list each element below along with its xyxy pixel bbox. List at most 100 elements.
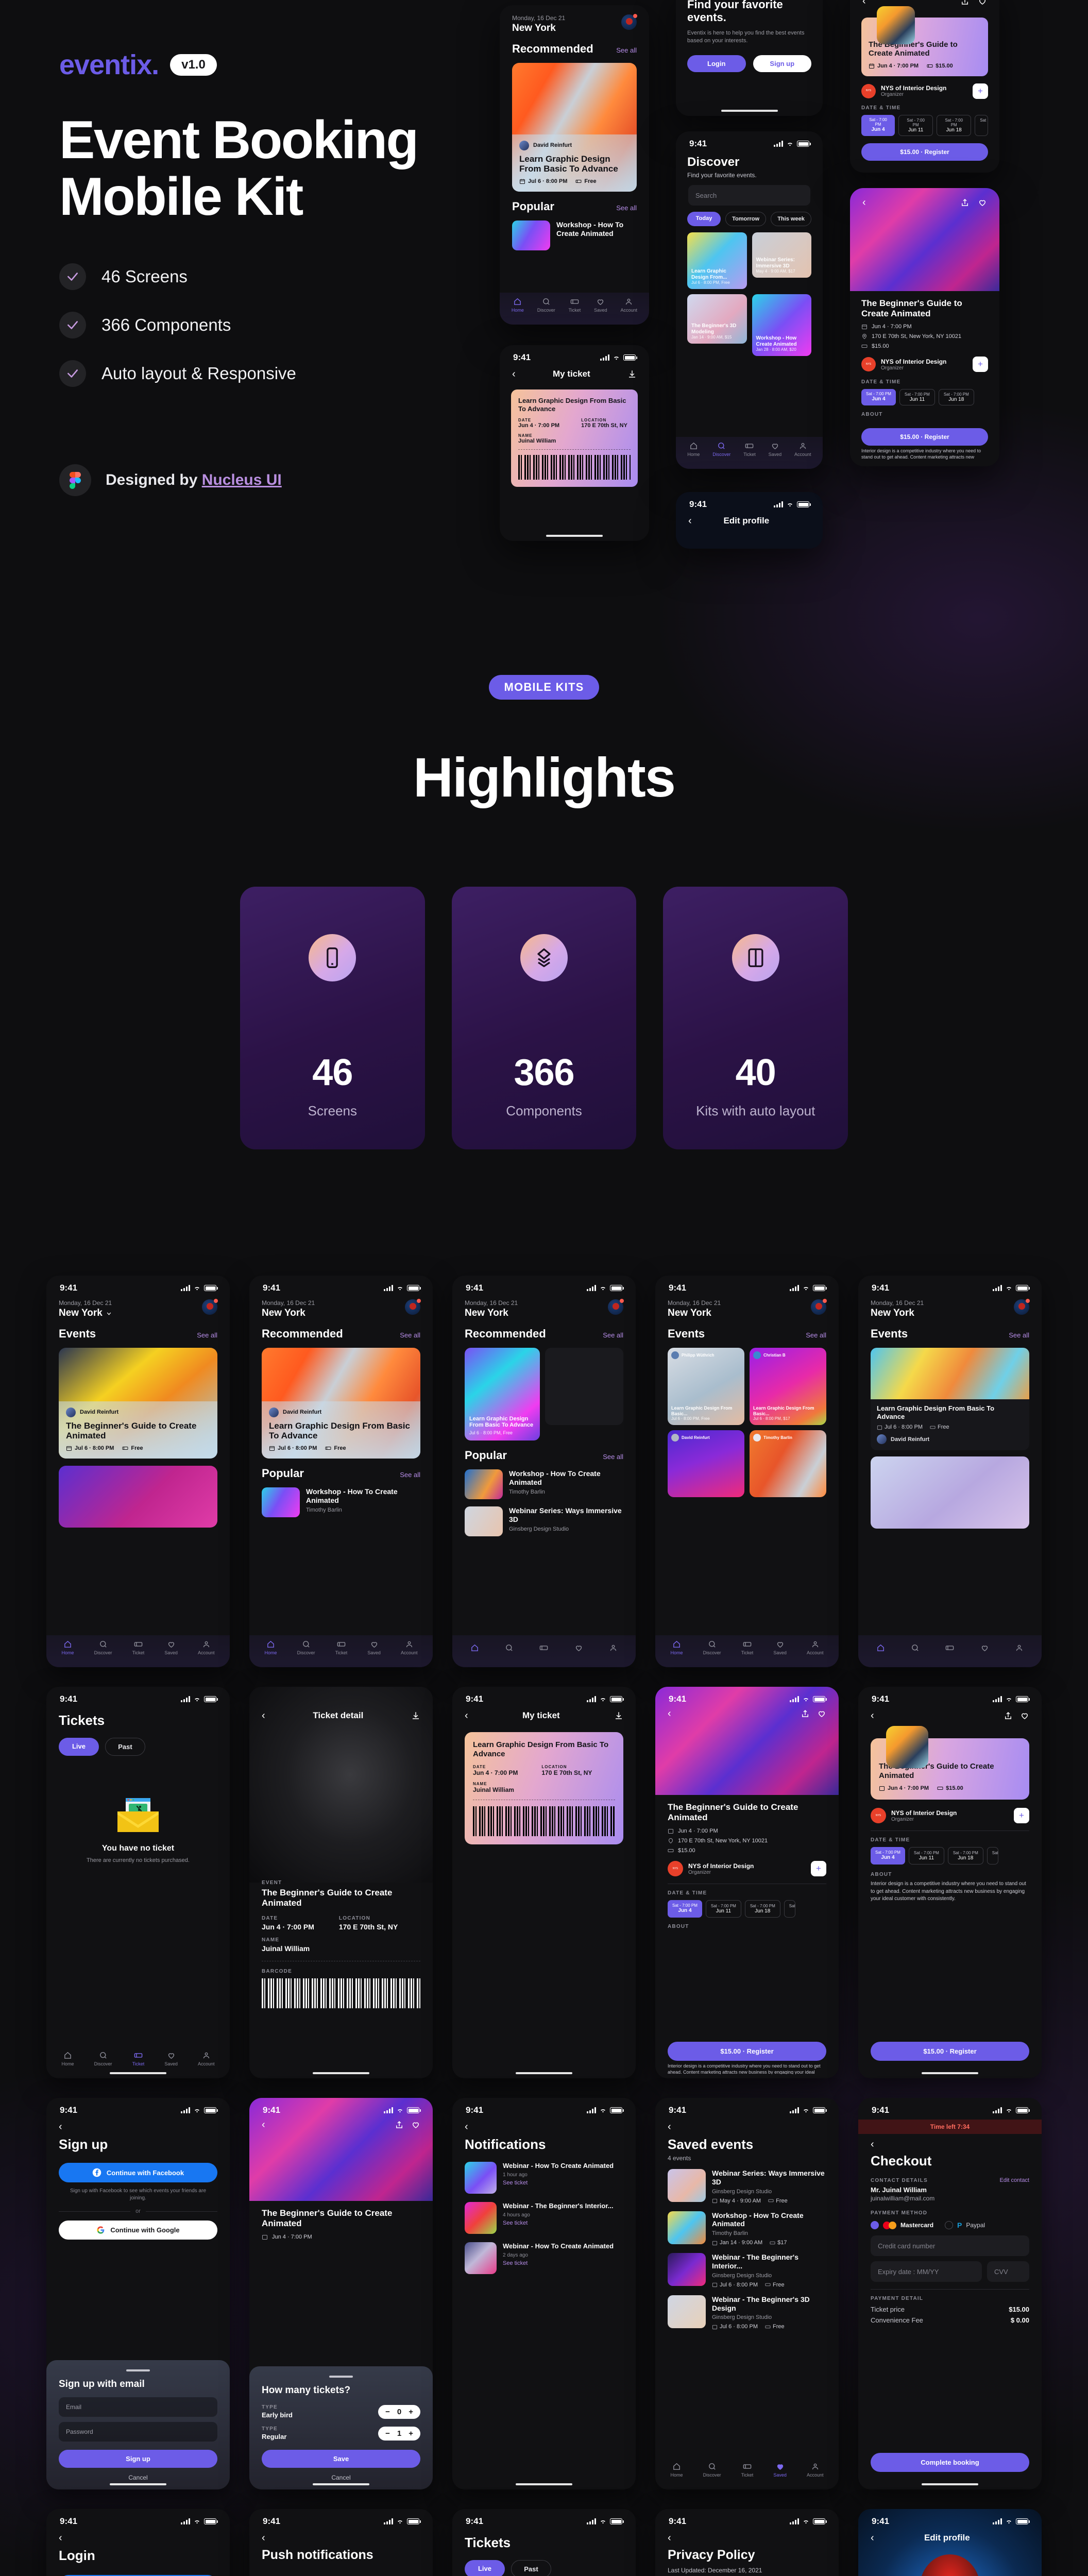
- bottom-tab-bar[interactable]: [858, 1635, 1042, 1667]
- screen-privacy-policy[interactable]: 9:41 ‹ Privacy Policy Last Updated: Dece…: [655, 2509, 839, 2576]
- filter-tomorrow[interactable]: Tomorrow: [725, 212, 767, 226]
- back-icon[interactable]: ‹: [262, 1710, 265, 1721]
- event-card-grid[interactable]: Timothy Barlin: [750, 1430, 826, 1497]
- list-item[interactable]: Webinar - The Beginner's Interior... 4 h…: [452, 2194, 636, 2234]
- list-item[interactable]: Webinar Series: Ways Immersive 3D Ginsber…: [452, 1499, 636, 1536]
- back-icon[interactable]: ‹: [262, 2532, 265, 2544]
- list-item[interactable]: Workshop - How To Create Animated: [500, 213, 649, 250]
- google-button[interactable]: Continue with Google: [59, 2221, 217, 2240]
- tab-discover[interactable]: Discover: [703, 1640, 721, 1655]
- register-button[interactable]: $15.00 · Register: [861, 143, 988, 161]
- avatar[interactable]: [608, 1299, 624, 1315]
- discover-card[interactable]: Webinar Series: Immersive 3D May 4 · 9:00…: [752, 232, 811, 278]
- back-icon[interactable]: ‹: [512, 369, 516, 379]
- see-ticket-link[interactable]: See ticket: [503, 2180, 623, 2186]
- search-input[interactable]: Search: [688, 185, 810, 206]
- avatar[interactable]: [621, 14, 637, 30]
- tab-home[interactable]: Home: [512, 297, 524, 313]
- avatar[interactable]: [405, 1299, 421, 1315]
- decrement-icon[interactable]: −: [385, 2408, 390, 2416]
- see-ticket-link[interactable]: See ticket: [503, 2220, 623, 2226]
- card-number-field[interactable]: Credit card number: [871, 2235, 1029, 2256]
- tab-saved[interactable]: [980, 1643, 989, 1652]
- tab-account[interactable]: Account: [198, 2051, 214, 2066]
- bottom-tab-bar[interactable]: [452, 1635, 636, 1667]
- tab-ticket[interactable]: Ticket: [132, 2051, 144, 2066]
- discover-card[interactable]: The Beginner's 3D Modeling Jan 14 · 9:00 …: [687, 294, 747, 344]
- screen-saved-events[interactable]: 9:41 ‹ Saved events 4 events Webinar Ser…: [655, 2098, 839, 2489]
- screen-home-events[interactable]: 9:41 Monday, 16 Dec 21 New York Events Se…: [46, 1276, 230, 1667]
- increment-icon[interactable]: +: [409, 2429, 413, 2438]
- tab-discover[interactable]: Discover: [94, 1640, 112, 1655]
- list-item[interactable]: Webinar - The Beginner's 3D Design Ginsbe…: [655, 2288, 839, 2330]
- screen-ticket-detail[interactable]: 9:41 ‹Ticket detail EVENT The Beginner's…: [249, 1687, 433, 2078]
- see-all-link[interactable]: See all: [603, 1453, 623, 1461]
- tab-saved[interactable]: Saved: [164, 2051, 178, 2066]
- back-icon[interactable]: ‹: [862, 197, 866, 208]
- bottom-tab-bar[interactable]: Home Discover Ticket Saved Account: [676, 437, 823, 469]
- hero-phone-discover[interactable]: 9:41 Discover Find your favorite events.…: [676, 131, 823, 469]
- expiry-field[interactable]: Expiry date : MM/YY: [871, 2261, 982, 2282]
- login-button[interactable]: Login: [687, 55, 746, 73]
- tab-saved[interactable]: Saved: [773, 1640, 787, 1655]
- slot-option[interactable]: Sat - 7:00 PM Jun 18: [744, 1900, 780, 1918]
- tab-saved[interactable]: Saved: [367, 1640, 381, 1655]
- follow-button[interactable]: +: [973, 83, 988, 99]
- tab-account[interactable]: Account: [198, 1640, 214, 1655]
- back-icon[interactable]: ‹: [668, 2121, 671, 2132]
- list-item[interactable]: Webinar Series: Ways Immersive 3D Ginsber…: [655, 2162, 839, 2204]
- tab-past[interactable]: Past: [511, 2560, 551, 2576]
- back-icon[interactable]: ‹: [862, 0, 866, 6]
- slot-option[interactable]: Sat - 7:00 PM Jun 18: [947, 1847, 983, 1865]
- event-card-portrait[interactable]: Learn Graphic Design From Basic To Advan…: [465, 1348, 540, 1440]
- screen-event-detail-card[interactable]: 9:41 ‹ The Beginner's Guide to Create An…: [858, 1687, 1042, 2078]
- back-icon[interactable]: ‹: [688, 516, 692, 526]
- tab-ticket[interactable]: Ticket: [335, 1640, 347, 1655]
- quantity-stepper[interactable]: −0 +: [378, 2405, 420, 2419]
- slot-option[interactable]: Sat - 7:00 PM Jun 4: [871, 1847, 905, 1865]
- event-card[interactable]: David Reinfurt The Beginner's Guide to C…: [59, 1348, 217, 1459]
- organizer-row[interactable]: NYS NYS of Interior Design Organizer +: [850, 76, 999, 99]
- see-all-link[interactable]: See all: [400, 1331, 420, 1339]
- back-icon[interactable]: ‹: [465, 1710, 468, 1721]
- tab-saved[interactable]: Saved: [769, 442, 781, 457]
- event-card-grid[interactable]: David Reinfurt: [668, 1430, 744, 1497]
- screen-tickets-empty[interactable]: 9:41 Tickets Live Past You have no ticke…: [46, 1687, 230, 2078]
- hero-phone-onboarding[interactable]: Find your favorite events. Eventix is he…: [676, 0, 823, 116]
- see-ticket-link[interactable]: See ticket: [503, 2260, 623, 2266]
- slot-option[interactable]: Sat - 7:00 PM Jun 4: [861, 114, 895, 136]
- screen-home-recommended-portrait[interactable]: 9:41 Monday, 16 Dec 21 New York Recommend…: [452, 1276, 636, 1667]
- tab-discover[interactable]: [911, 1643, 920, 1652]
- back-icon[interactable]: ‹: [465, 2121, 468, 2132]
- signup-button[interactable]: Sign up: [753, 55, 811, 73]
- avatar[interactable]: [1014, 1299, 1030, 1315]
- see-all-link[interactable]: See all: [1009, 1331, 1029, 1339]
- screen-login[interactable]: 9:41 ‹ Login Continue with Facebook Cont…: [46, 2509, 230, 2576]
- avatar[interactable]: [811, 1299, 827, 1315]
- slot-option[interactable]: Sat - 7:00 PM Jun 11: [908, 1847, 944, 1865]
- paypal-radio[interactable]: [945, 2221, 954, 2229]
- follow-button[interactable]: +: [811, 1861, 826, 1877]
- list-item[interactable]: Workshop - How To Create Animated Timothy…: [655, 2204, 839, 2246]
- tab-home[interactable]: Home: [687, 442, 700, 457]
- slot-option[interactable]: Sat: [784, 1900, 795, 1918]
- complete-booking-button[interactable]: Complete booking: [871, 2453, 1029, 2472]
- back-icon[interactable]: ‹: [59, 2532, 62, 2544]
- tab-discover[interactable]: [505, 1643, 514, 1652]
- bottom-tab-bar[interactable]: Home Discover Ticket Saved Account: [655, 2458, 839, 2489]
- tab-ticket[interactable]: [539, 1643, 548, 1652]
- tab-discover[interactable]: Discover: [703, 2462, 721, 2478]
- event-card-grid[interactable]: Christian B Learn Graphic Design From Ba…: [750, 1348, 826, 1425]
- event-card-feed[interactable]: Learn Graphic Design From Basic To Advan…: [871, 1348, 1029, 1451]
- list-item[interactable]: Webinar - How To Create Animated 1 hour …: [452, 2153, 636, 2194]
- slot-option[interactable]: Sat - 7:00 PM Jun 18: [937, 114, 972, 136]
- tab-ticket[interactable]: Ticket: [741, 2462, 753, 2478]
- quantity-stepper[interactable]: −1 +: [378, 2427, 420, 2441]
- screen-edit-profile[interactable]: 9:41 ‹ Edit profile: [858, 2509, 1042, 2576]
- register-button[interactable]: $15.00 · Register: [871, 2042, 1029, 2061]
- event-card-secondary[interactable]: [59, 1466, 217, 1528]
- filter-this-week[interactable]: This week: [771, 212, 812, 226]
- screen-push-notifications[interactable]: 9:41 ‹ Push notifications Reminders Like…: [249, 2509, 433, 2576]
- list-item[interactable]: Webinar - The Beginner's Interior... Gins…: [655, 2246, 839, 2288]
- register-button[interactable]: $15.00 · Register: [861, 428, 988, 446]
